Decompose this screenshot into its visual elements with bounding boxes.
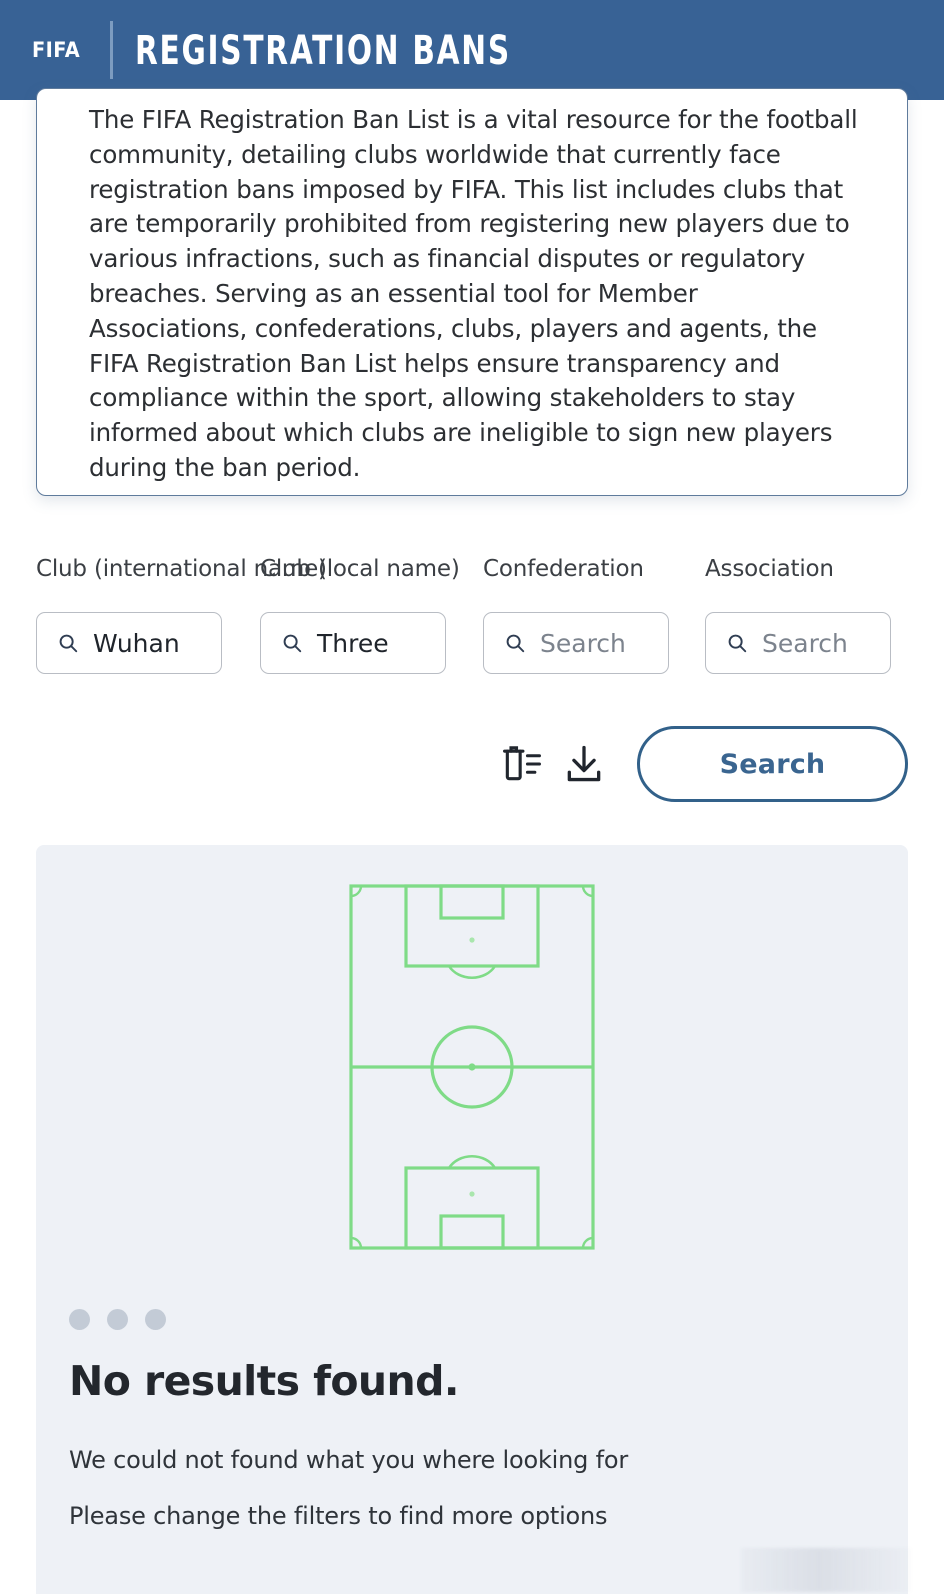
club-local-input[interactable]: Three [260,612,446,674]
filter-group-club-international: Club (international name) Wuhan [36,556,327,674]
football-pitch-illustration [346,881,598,1253]
no-results-message-2: Please change the filters to find more o… [69,1502,608,1530]
club-international-value: Wuhan [93,628,180,658]
bottom-render-artifact [741,1548,911,1592]
search-button[interactable]: Search [637,726,908,802]
fifa-logo: FIFA [32,38,81,62]
results-panel: No results found. We could not found wha… [36,845,908,1594]
filter-group-club-local: Club (local name) Three [260,556,483,674]
filter-actions: Search [0,726,944,816]
filter-label-club-international: Club (international name) [36,556,327,582]
loading-dot [145,1309,166,1330]
download-icon [562,742,606,786]
search-icon [504,632,526,654]
search-button-label: Search [719,748,826,780]
search-icon [281,632,303,654]
intro-paragraph: The FIFA Registration Ban List is a vita… [89,105,858,482]
association-placeholder: Search [762,628,848,658]
filter-label-club-local: Club (local name) [260,556,460,582]
loading-dot [107,1309,128,1330]
page-title: REGISTRATION BANS [135,26,512,74]
club-local-value: Three [317,628,389,658]
no-results-title: No results found. [69,1357,459,1405]
filter-bar: Club (international name) Wuhan Club (lo… [0,556,944,686]
confederation-input[interactable]: Search [483,612,669,674]
intro-card: The FIFA Registration Ban List is a vita… [36,88,908,496]
clear-filters-button[interactable] [500,742,544,786]
loading-dot [69,1309,90,1330]
filter-label-confederation: Confederation [483,556,644,582]
loading-dots [69,1309,166,1330]
filter-group-confederation: Confederation Search [483,556,705,674]
search-icon [726,632,748,654]
no-results-message-1: We could not found what you where lookin… [69,1446,629,1474]
download-button[interactable] [562,742,606,786]
search-icon [57,632,79,654]
filter-label-association: Association [705,556,834,582]
filter-group-association: Association Search [705,556,928,674]
club-international-input[interactable]: Wuhan [36,612,222,674]
confederation-placeholder: Search [540,628,626,658]
app-header: FIFA REGISTRATION BANS [0,0,944,100]
association-input[interactable]: Search [705,612,891,674]
header-divider [110,21,114,79]
trash-list-icon [500,742,544,786]
